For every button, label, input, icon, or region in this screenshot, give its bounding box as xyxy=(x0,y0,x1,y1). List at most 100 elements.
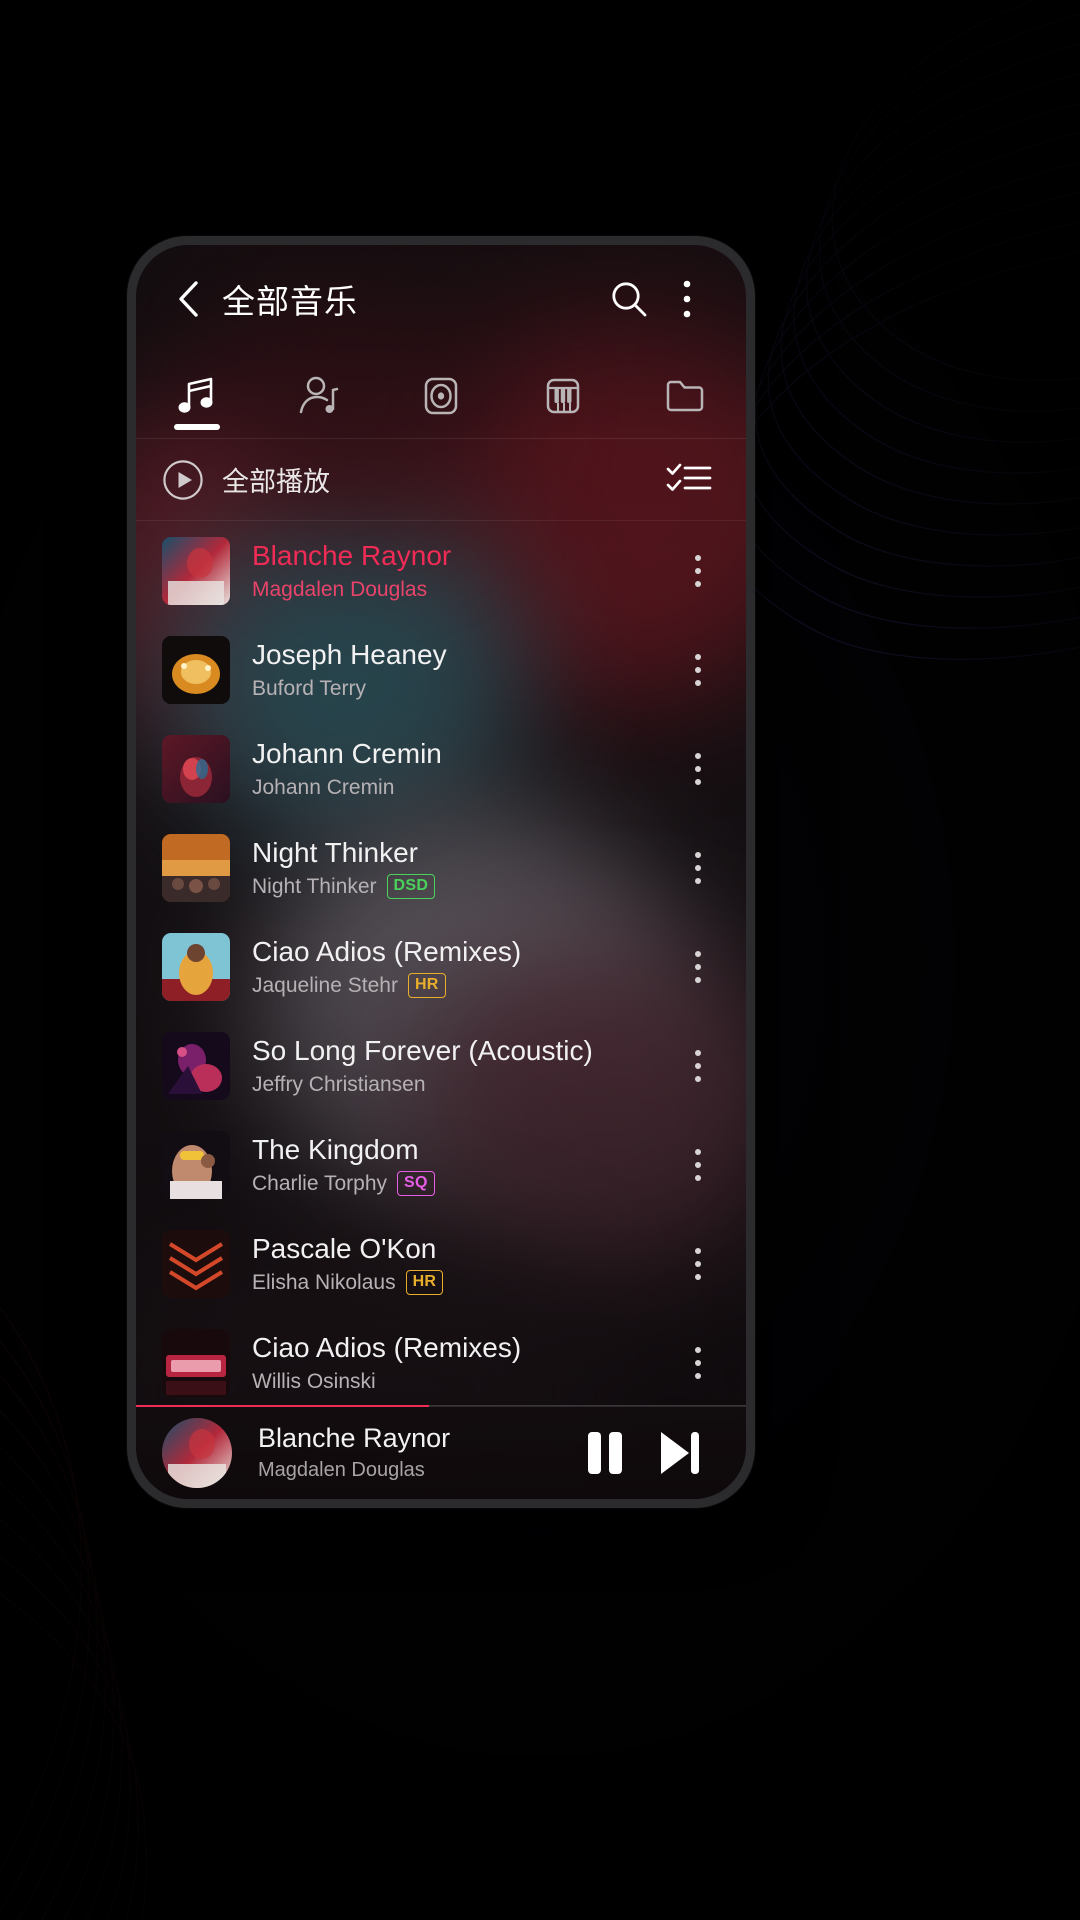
song-artist: Johann Cremin xyxy=(252,775,395,799)
album-art xyxy=(162,635,230,704)
more-vertical-icon xyxy=(695,950,701,983)
phone-frame: 全部音乐 全部播放 Blanche Raynor Magdalen Dougla… xyxy=(127,236,755,1508)
playback-progress-bar[interactable] xyxy=(136,1405,746,1407)
mini-player-meta: Blanche Raynor Magdalen Douglas xyxy=(258,1423,568,1482)
page-title: 全部音乐 xyxy=(222,283,358,320)
song-artist: Elisha Nikolaus xyxy=(252,1270,396,1294)
artist-icon xyxy=(299,376,339,413)
song-meta: Pascale O'Kon Elisha Nikolaus HR xyxy=(252,1232,670,1296)
mini-player-artwork[interactable] xyxy=(162,1417,232,1488)
table-row[interactable]: Pascale O'Kon Elisha Nikolaus HR xyxy=(136,1214,746,1313)
tab-songs[interactable] xyxy=(136,353,258,438)
more-vertical-icon xyxy=(695,1148,701,1181)
quality-badge: HR xyxy=(407,973,446,999)
more-vertical-icon xyxy=(695,752,701,785)
next-track-button[interactable] xyxy=(642,1416,716,1490)
song-title: The Kingdom xyxy=(252,1133,419,1165)
tab-artists[interactable] xyxy=(258,353,380,438)
album-art xyxy=(162,1130,230,1199)
song-overflow-button[interactable] xyxy=(670,1132,726,1198)
song-artist: Magdalen Douglas xyxy=(252,577,428,601)
song-overflow-button[interactable] xyxy=(670,835,726,901)
more-vertical-icon xyxy=(683,280,691,318)
album-art xyxy=(162,1229,230,1298)
song-artist: Jeffry Christiansen xyxy=(252,1072,426,1096)
song-title: Ciao Adios (Remixes) xyxy=(252,935,522,967)
more-vertical-icon xyxy=(695,1247,701,1280)
play-all-bar: 全部播放 xyxy=(136,439,746,521)
album-disc-icon xyxy=(424,377,458,414)
folder-icon xyxy=(666,380,704,411)
mini-player-title: Blanche Raynor xyxy=(258,1423,451,1453)
song-title: Ciao Adios (Remixes) xyxy=(252,1331,522,1363)
mini-player-artist: Magdalen Douglas xyxy=(258,1459,425,1481)
chevron-left-icon xyxy=(179,281,198,317)
overflow-menu-button[interactable] xyxy=(658,270,716,328)
song-title: Joseph Heaney xyxy=(252,638,447,670)
song-overflow-button[interactable] xyxy=(670,637,726,703)
song-artist: Charlie Torphy xyxy=(252,1171,388,1195)
category-tabs xyxy=(136,353,746,439)
tab-genres[interactable] xyxy=(502,353,624,438)
song-title: Pascale O'Kon xyxy=(252,1232,437,1264)
search-button[interactable] xyxy=(600,270,658,328)
song-title: Night Thinker xyxy=(252,836,419,868)
song-artist: Willis Osinski xyxy=(252,1369,376,1393)
app-root: 全部音乐 全部播放 Blanche Raynor Magdalen Dougla… xyxy=(136,245,746,1499)
album-art xyxy=(162,932,230,1001)
active-tab-indicator xyxy=(174,424,220,430)
table-row[interactable]: Joseph Heaney Buford Terry xyxy=(136,620,746,719)
song-overflow-button[interactable] xyxy=(670,1330,726,1396)
music-note-icon xyxy=(178,377,213,413)
tab-albums[interactable] xyxy=(380,353,502,438)
pause-icon xyxy=(588,1431,622,1474)
piano-keys-icon xyxy=(546,378,580,413)
table-row[interactable]: Night Thinker Night Thinker DSD xyxy=(136,818,746,917)
song-meta: Joseph Heaney Buford Terry xyxy=(252,638,670,701)
table-row[interactable]: Ciao Adios (Remixes) Jaqueline Stehr HR xyxy=(136,917,746,1016)
table-row[interactable]: So Long Forever (Acoustic) Jeffry Christ… xyxy=(136,1016,746,1115)
song-artist: Jaqueline Stehr xyxy=(252,973,398,997)
table-row[interactable]: The Kingdom Charlie Torphy SQ xyxy=(136,1115,746,1214)
song-overflow-button[interactable] xyxy=(670,736,726,802)
song-overflow-button[interactable] xyxy=(670,1033,726,1099)
album-art xyxy=(162,833,230,902)
song-meta: So Long Forever (Acoustic) Jeffry Christ… xyxy=(252,1034,670,1097)
song-overflow-button[interactable] xyxy=(670,934,726,1000)
more-vertical-icon xyxy=(695,554,701,587)
table-row[interactable]: Blanche Raynor Magdalen Douglas xyxy=(136,521,746,620)
multiselect-button[interactable] xyxy=(660,451,718,509)
pause-button[interactable] xyxy=(568,1416,642,1490)
song-meta: Ciao Adios (Remixes) Jaqueline Stehr HR xyxy=(252,935,670,999)
table-row[interactable]: Johann Cremin Johann Cremin xyxy=(136,719,746,818)
quality-badge: DSD xyxy=(386,874,436,900)
quality-badge: HR xyxy=(405,1270,444,1296)
back-button[interactable] xyxy=(162,273,214,325)
song-overflow-button[interactable] xyxy=(670,538,726,604)
album-art xyxy=(162,536,230,605)
song-title: Johann Cremin xyxy=(252,737,442,769)
album-art xyxy=(162,1328,230,1397)
play-circle-icon xyxy=(163,459,203,500)
tab-folders[interactable] xyxy=(624,353,746,438)
song-list[interactable]: Blanche Raynor Magdalen Douglas Joseph H… xyxy=(136,521,746,1405)
song-artist: Night Thinker xyxy=(252,874,377,898)
album-art xyxy=(162,734,230,803)
song-overflow-button[interactable] xyxy=(670,1231,726,1297)
more-vertical-icon xyxy=(695,851,701,884)
checklist-icon xyxy=(666,463,712,491)
song-meta: The Kingdom Charlie Torphy SQ xyxy=(252,1133,670,1197)
play-all-button[interactable]: 全部播放 xyxy=(162,459,330,501)
album-art xyxy=(162,1031,230,1100)
more-vertical-icon xyxy=(695,1049,701,1082)
table-row[interactable]: Ciao Adios (Remixes) Willis Osinski xyxy=(136,1313,746,1405)
song-meta: Night Thinker Night Thinker DSD xyxy=(252,836,670,900)
mini-player[interactable]: Blanche Raynor Magdalen Douglas xyxy=(136,1405,746,1499)
song-meta: Blanche Raynor Magdalen Douglas xyxy=(252,539,670,602)
app-bar: 全部音乐 xyxy=(136,245,746,353)
phone-screen: 全部音乐 全部播放 Blanche Raynor Magdalen Dougla… xyxy=(136,245,746,1499)
song-artist: Buford Terry xyxy=(252,676,366,700)
quality-badge: SQ xyxy=(397,1171,435,1197)
song-title: So Long Forever (Acoustic) xyxy=(252,1034,593,1066)
song-meta: Ciao Adios (Remixes) Willis Osinski xyxy=(252,1331,670,1394)
